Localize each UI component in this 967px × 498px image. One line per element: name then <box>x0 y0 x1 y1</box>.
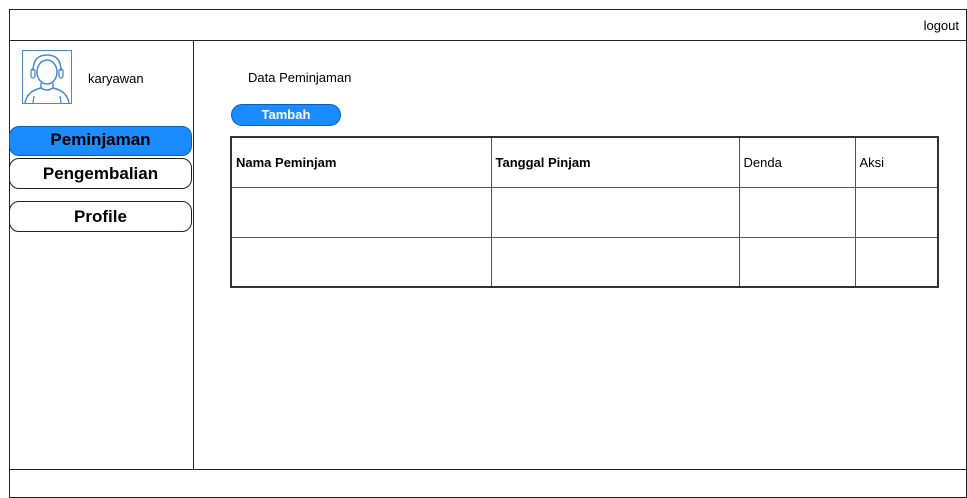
table-cell <box>738 186 856 238</box>
column-header-nama-peminjam: Nama Peminjam <box>230 136 492 188</box>
column-header-aksi: Aksi <box>854 136 939 188</box>
top-bar: logout <box>9 9 967 41</box>
table-cell <box>854 186 939 238</box>
table-header-row: Nama Peminjam Tanggal Pinjam Denda Aksi <box>230 136 939 188</box>
add-button[interactable]: Tambah <box>231 104 341 126</box>
nav-pengembalian-button[interactable]: Pengembalian <box>9 158 192 189</box>
logout-link[interactable]: logout <box>924 18 959 33</box>
table-cell <box>854 236 939 288</box>
nav-peminjaman-button[interactable]: Peminjaman <box>9 126 192 156</box>
footer <box>9 469 967 498</box>
table-cell <box>490 186 740 238</box>
table-cell <box>230 236 492 288</box>
table-row <box>230 186 939 238</box>
column-header-denda: Denda <box>738 136 856 188</box>
nav-profile-button[interactable]: Profile <box>9 201 192 232</box>
column-header-tanggal-pinjam: Tanggal Pinjam <box>490 136 740 188</box>
table-cell <box>738 236 856 288</box>
username-label: karyawan <box>88 71 144 86</box>
table-row <box>230 236 939 288</box>
page-title: Data Peminjaman <box>248 70 352 85</box>
sidebar <box>9 41 194 469</box>
table-cell <box>230 186 492 238</box>
user-avatar-icon <box>22 50 72 104</box>
table-cell <box>490 236 740 288</box>
borrowing-table: Nama Peminjam Tanggal Pinjam Denda Aksi <box>230 136 939 288</box>
